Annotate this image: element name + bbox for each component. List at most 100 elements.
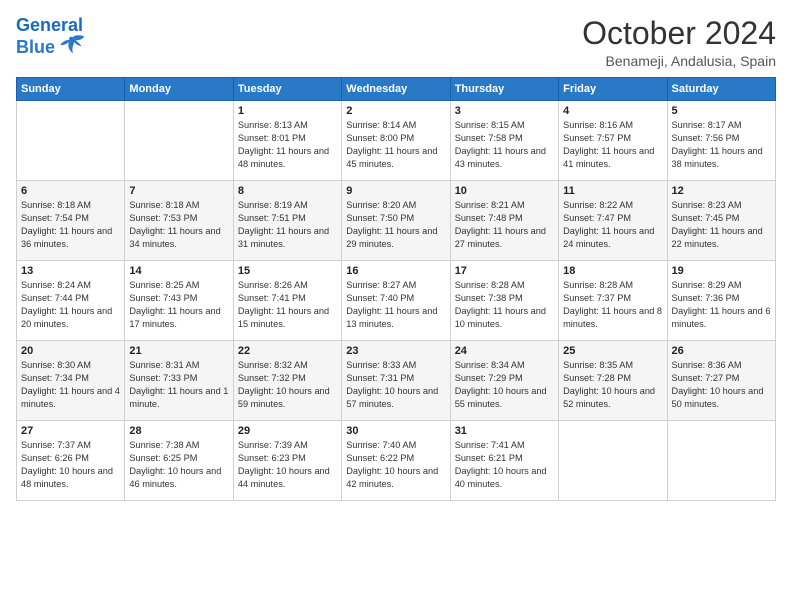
day-info: Sunrise: 8:13 AM Sunset: 8:01 PM Dayligh… (238, 119, 337, 171)
calendar-cell: 5 Sunrise: 8:17 AM Sunset: 7:56 PM Daylig… (667, 101, 775, 181)
day-info: Sunrise: 8:17 AM Sunset: 7:56 PM Dayligh… (672, 119, 771, 171)
day-number: 17 (455, 265, 554, 277)
weekday-header: Tuesday (233, 78, 341, 101)
weekday-header: Saturday (667, 78, 775, 101)
day-info: Sunrise: 8:30 AM Sunset: 7:34 PM Dayligh… (21, 359, 120, 411)
day-info: Sunrise: 8:28 AM Sunset: 7:38 PM Dayligh… (455, 279, 554, 331)
calendar-cell (559, 421, 667, 501)
day-info: Sunrise: 8:34 AM Sunset: 7:29 PM Dayligh… (455, 359, 554, 411)
day-number: 4 (563, 105, 662, 117)
calendar-cell: 19Sunrise: 8:29 AM Sunset: 7:36 PM Dayli… (667, 261, 775, 341)
day-number: 22 (238, 345, 337, 357)
calendar-cell: 7 Sunrise: 8:18 AM Sunset: 7:53 PM Daylig… (125, 181, 233, 261)
calendar-cell: 28 Sunrise: 7:38 AM Sunset: 6:25 PM Dayli… (125, 421, 233, 501)
header: General Blue October 2024 Benameji, Anda… (16, 16, 776, 69)
month-title: October 2024 (582, 16, 776, 51)
calendar-cell: 22 Sunrise: 8:32 AM Sunset: 7:32 PM Dayli… (233, 341, 341, 421)
weekday-header: Sunday (17, 78, 125, 101)
title-area: October 2024 Benameji, Andalusia, Spain (582, 16, 776, 69)
day-number: 7 (129, 185, 228, 197)
weekday-header: Wednesday (342, 78, 450, 101)
calendar-cell: 12 Sunrise: 8:23 AM Sunset: 7:45 PM Dayli… (667, 181, 775, 261)
day-info: Sunrise: 8:31 AM Sunset: 7:33 PM Dayligh… (129, 359, 228, 411)
day-info: Sunrise: 7:37 AM Sunset: 6:26 PM Dayligh… (21, 439, 120, 491)
calendar-cell: 24 Sunrise: 8:34 AM Sunset: 7:29 PM Dayli… (450, 341, 558, 421)
calendar-cell: 27 Sunrise: 7:37 AM Sunset: 6:26 PM Dayli… (17, 421, 125, 501)
logo: General Blue (16, 16, 87, 60)
calendar-week-row: 13 Sunrise: 8:24 AM Sunset: 7:44 PM Dayli… (17, 261, 776, 341)
day-number: 14 (129, 265, 228, 277)
calendar-cell: 23 Sunrise: 8:33 AM Sunset: 7:31 PM Dayli… (342, 341, 450, 421)
day-info: Sunrise: 8:18 AM Sunset: 7:53 PM Dayligh… (129, 199, 228, 251)
day-info: Sunrise: 8:33 AM Sunset: 7:31 PM Dayligh… (346, 359, 445, 411)
day-info: Sunrise: 8:25 AM Sunset: 7:43 PM Dayligh… (129, 279, 228, 331)
calendar-week-row: 6Sunrise: 8:18 AM Sunset: 7:54 PM Daylig… (17, 181, 776, 261)
day-number: 10 (455, 185, 554, 197)
calendar-cell: 16Sunrise: 8:27 AM Sunset: 7:40 PM Dayli… (342, 261, 450, 341)
day-info: Sunrise: 8:15 AM Sunset: 7:58 PM Dayligh… (455, 119, 554, 171)
calendar-cell: 21Sunrise: 8:31 AM Sunset: 7:33 PM Dayli… (125, 341, 233, 421)
day-number: 19 (672, 265, 771, 277)
calendar-cell: 20 Sunrise: 8:30 AM Sunset: 7:34 PM Dayli… (17, 341, 125, 421)
weekday-header: Monday (125, 78, 233, 101)
day-number: 29 (238, 425, 337, 437)
calendar-cell: 15 Sunrise: 8:26 AM Sunset: 7:41 PM Dayli… (233, 261, 341, 341)
day-number: 20 (21, 345, 120, 357)
day-info: Sunrise: 7:38 AM Sunset: 6:25 PM Dayligh… (129, 439, 228, 491)
calendar-week-row: 27 Sunrise: 7:37 AM Sunset: 6:26 PM Dayli… (17, 421, 776, 501)
day-number: 25 (563, 345, 662, 357)
day-number: 9 (346, 185, 445, 197)
day-info: Sunrise: 8:16 AM Sunset: 7:57 PM Dayligh… (563, 119, 662, 171)
location-subtitle: Benameji, Andalusia, Spain (582, 53, 776, 69)
day-number: 23 (346, 345, 445, 357)
day-number: 8 (238, 185, 337, 197)
calendar-week-row: 20 Sunrise: 8:30 AM Sunset: 7:34 PM Dayli… (17, 341, 776, 421)
day-number: 28 (129, 425, 228, 437)
day-number: 13 (21, 265, 120, 277)
day-number: 27 (21, 425, 120, 437)
day-info: Sunrise: 8:23 AM Sunset: 7:45 PM Dayligh… (672, 199, 771, 251)
day-info: Sunrise: 8:27 AM Sunset: 7:40 PM Dayligh… (346, 279, 445, 331)
day-number: 3 (455, 105, 554, 117)
day-info: Sunrise: 8:22 AM Sunset: 7:47 PM Dayligh… (563, 199, 662, 251)
day-info: Sunrise: 8:21 AM Sunset: 7:48 PM Dayligh… (455, 199, 554, 251)
day-number: 24 (455, 345, 554, 357)
calendar-cell: 6Sunrise: 8:18 AM Sunset: 7:54 PM Daylig… (17, 181, 125, 261)
day-info: Sunrise: 8:24 AM Sunset: 7:44 PM Dayligh… (21, 279, 120, 331)
day-info: Sunrise: 7:39 AM Sunset: 6:23 PM Dayligh… (238, 439, 337, 491)
day-number: 2 (346, 105, 445, 117)
calendar-cell: 3 Sunrise: 8:15 AM Sunset: 7:58 PM Daylig… (450, 101, 558, 181)
calendar-cell (17, 101, 125, 181)
calendar-cell: 30Sunrise: 7:40 AM Sunset: 6:22 PM Dayli… (342, 421, 450, 501)
day-info: Sunrise: 8:26 AM Sunset: 7:41 PM Dayligh… (238, 279, 337, 331)
day-number: 12 (672, 185, 771, 197)
page: General Blue October 2024 Benameji, Anda… (0, 0, 792, 612)
day-info: Sunrise: 8:14 AM Sunset: 8:00 PM Dayligh… (346, 119, 445, 171)
calendar-cell: 1Sunrise: 8:13 AM Sunset: 8:01 PM Daylig… (233, 101, 341, 181)
day-info: Sunrise: 8:35 AM Sunset: 7:28 PM Dayligh… (563, 359, 662, 411)
calendar-cell: 9 Sunrise: 8:20 AM Sunset: 7:50 PM Daylig… (342, 181, 450, 261)
day-info: Sunrise: 8:20 AM Sunset: 7:50 PM Dayligh… (346, 199, 445, 251)
calendar-cell: 14 Sunrise: 8:25 AM Sunset: 7:43 PM Dayli… (125, 261, 233, 341)
day-info: Sunrise: 8:36 AM Sunset: 7:27 PM Dayligh… (672, 359, 771, 411)
calendar-cell: 31 Sunrise: 7:41 AM Sunset: 6:21 PM Dayli… (450, 421, 558, 501)
calendar-cell: 17 Sunrise: 8:28 AM Sunset: 7:38 PM Dayli… (450, 261, 558, 341)
weekday-header: Thursday (450, 78, 558, 101)
calendar-cell: 8Sunrise: 8:19 AM Sunset: 7:51 PM Daylig… (233, 181, 341, 261)
calendar-header-row: SundayMondayTuesdayWednesdayThursdayFrid… (17, 78, 776, 101)
day-number: 31 (455, 425, 554, 437)
day-number: 26 (672, 345, 771, 357)
day-number: 11 (563, 185, 662, 197)
calendar-cell (667, 421, 775, 501)
calendar-cell: 13 Sunrise: 8:24 AM Sunset: 7:44 PM Dayli… (17, 261, 125, 341)
calendar-cell: 4 Sunrise: 8:16 AM Sunset: 7:57 PM Daylig… (559, 101, 667, 181)
day-number: 5 (672, 105, 771, 117)
calendar-cell (125, 101, 233, 181)
calendar-week-row: 1Sunrise: 8:13 AM Sunset: 8:01 PM Daylig… (17, 101, 776, 181)
day-number: 15 (238, 265, 337, 277)
day-info: Sunrise: 8:32 AM Sunset: 7:32 PM Dayligh… (238, 359, 337, 411)
day-info: Sunrise: 7:41 AM Sunset: 6:21 PM Dayligh… (455, 439, 554, 491)
calendar-cell: 26 Sunrise: 8:36 AM Sunset: 7:27 PM Dayli… (667, 341, 775, 421)
calendar-cell: 10 Sunrise: 8:21 AM Sunset: 7:48 PM Dayli… (450, 181, 558, 261)
day-number: 30 (346, 425, 445, 437)
